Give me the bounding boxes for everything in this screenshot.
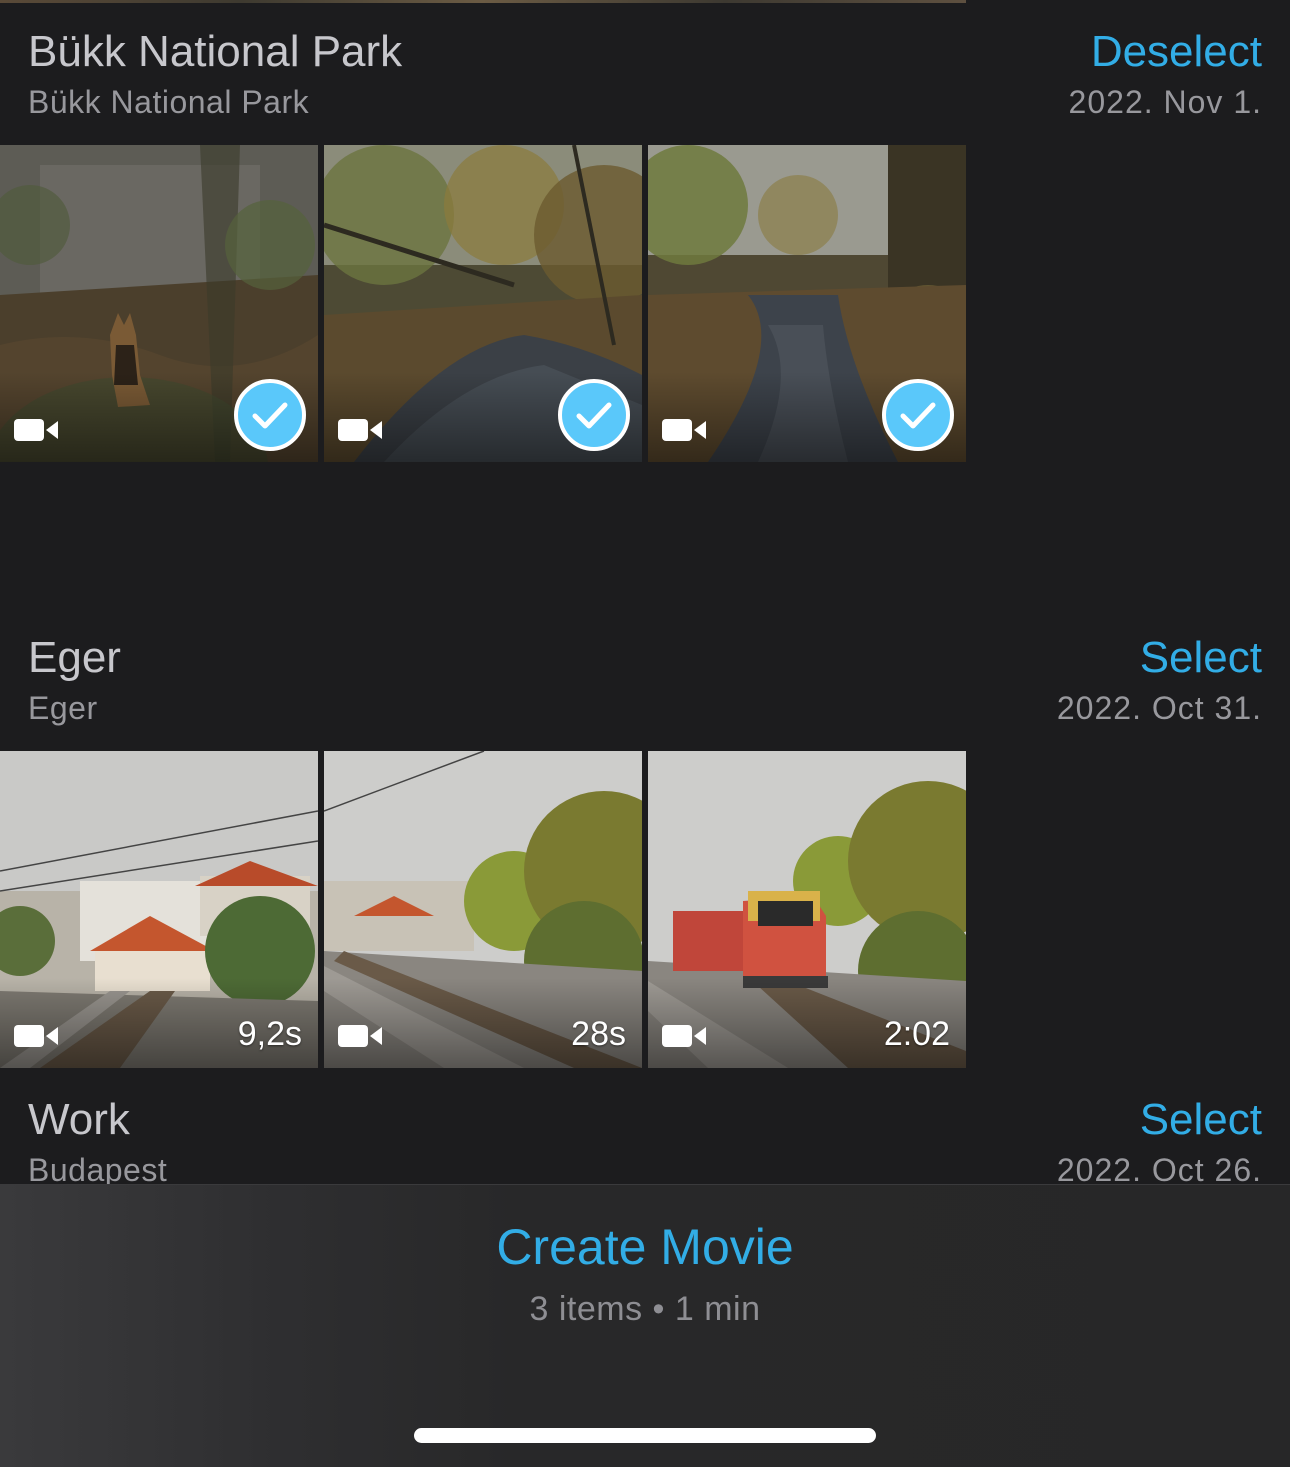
video-duration: 9,2s [237,1015,302,1053]
select-button[interactable]: Select [1140,1094,1262,1146]
video-thumbnail[interactable] [648,145,966,462]
select-button[interactable]: Select [1140,632,1262,684]
video-camera-icon [14,1025,58,1047]
section-date: 2022. Oct 31. [1056,690,1262,726]
video-thumbnail[interactable]: 9,2s [0,751,318,1068]
bottom-toolbar: Create Movie 3 items • 1 min [0,1184,1290,1467]
section-title: Eger [28,633,121,682]
home-indicator[interactable] [414,1428,876,1443]
video-camera-icon [662,1025,706,1047]
selection-summary: 3 items • 1 min [529,1290,761,1328]
section-title: Work [28,1095,130,1144]
create-movie-button[interactable]: Create Movie [0,1215,1290,1279]
video-thumbnail[interactable]: 2:02 [648,751,966,1068]
checkmark-selected-icon [558,379,630,451]
video-duration: 28s [571,1015,626,1053]
video-thumbnail[interactable] [324,145,642,462]
video-duration: 2:02 [883,1015,950,1053]
checkmark-selected-icon [882,379,954,451]
thumbnail-row-bukk [0,145,966,462]
video-thumbnail[interactable]: 28s [324,751,642,1068]
video-camera-icon [14,419,58,441]
video-thumbnail[interactable] [0,145,318,462]
section-location: Bükk National Park [28,84,310,120]
video-camera-icon [662,419,706,441]
deselect-button[interactable]: Deselect [1091,26,1262,78]
section-title: Bükk National Park [28,27,403,76]
checkmark-selected-icon [234,379,306,451]
thumbnail-row-eger: 9,2s 28s 2:02 [0,751,966,1068]
previous-section-thumbnails-edge [0,0,966,3]
video-camera-icon [338,1025,382,1047]
video-camera-icon [338,419,382,441]
section-date: 2022. Nov 1. [1068,84,1262,120]
page: Bükk National Park Bükk National Park De… [0,0,1290,1467]
section-location: Eger [28,690,98,726]
